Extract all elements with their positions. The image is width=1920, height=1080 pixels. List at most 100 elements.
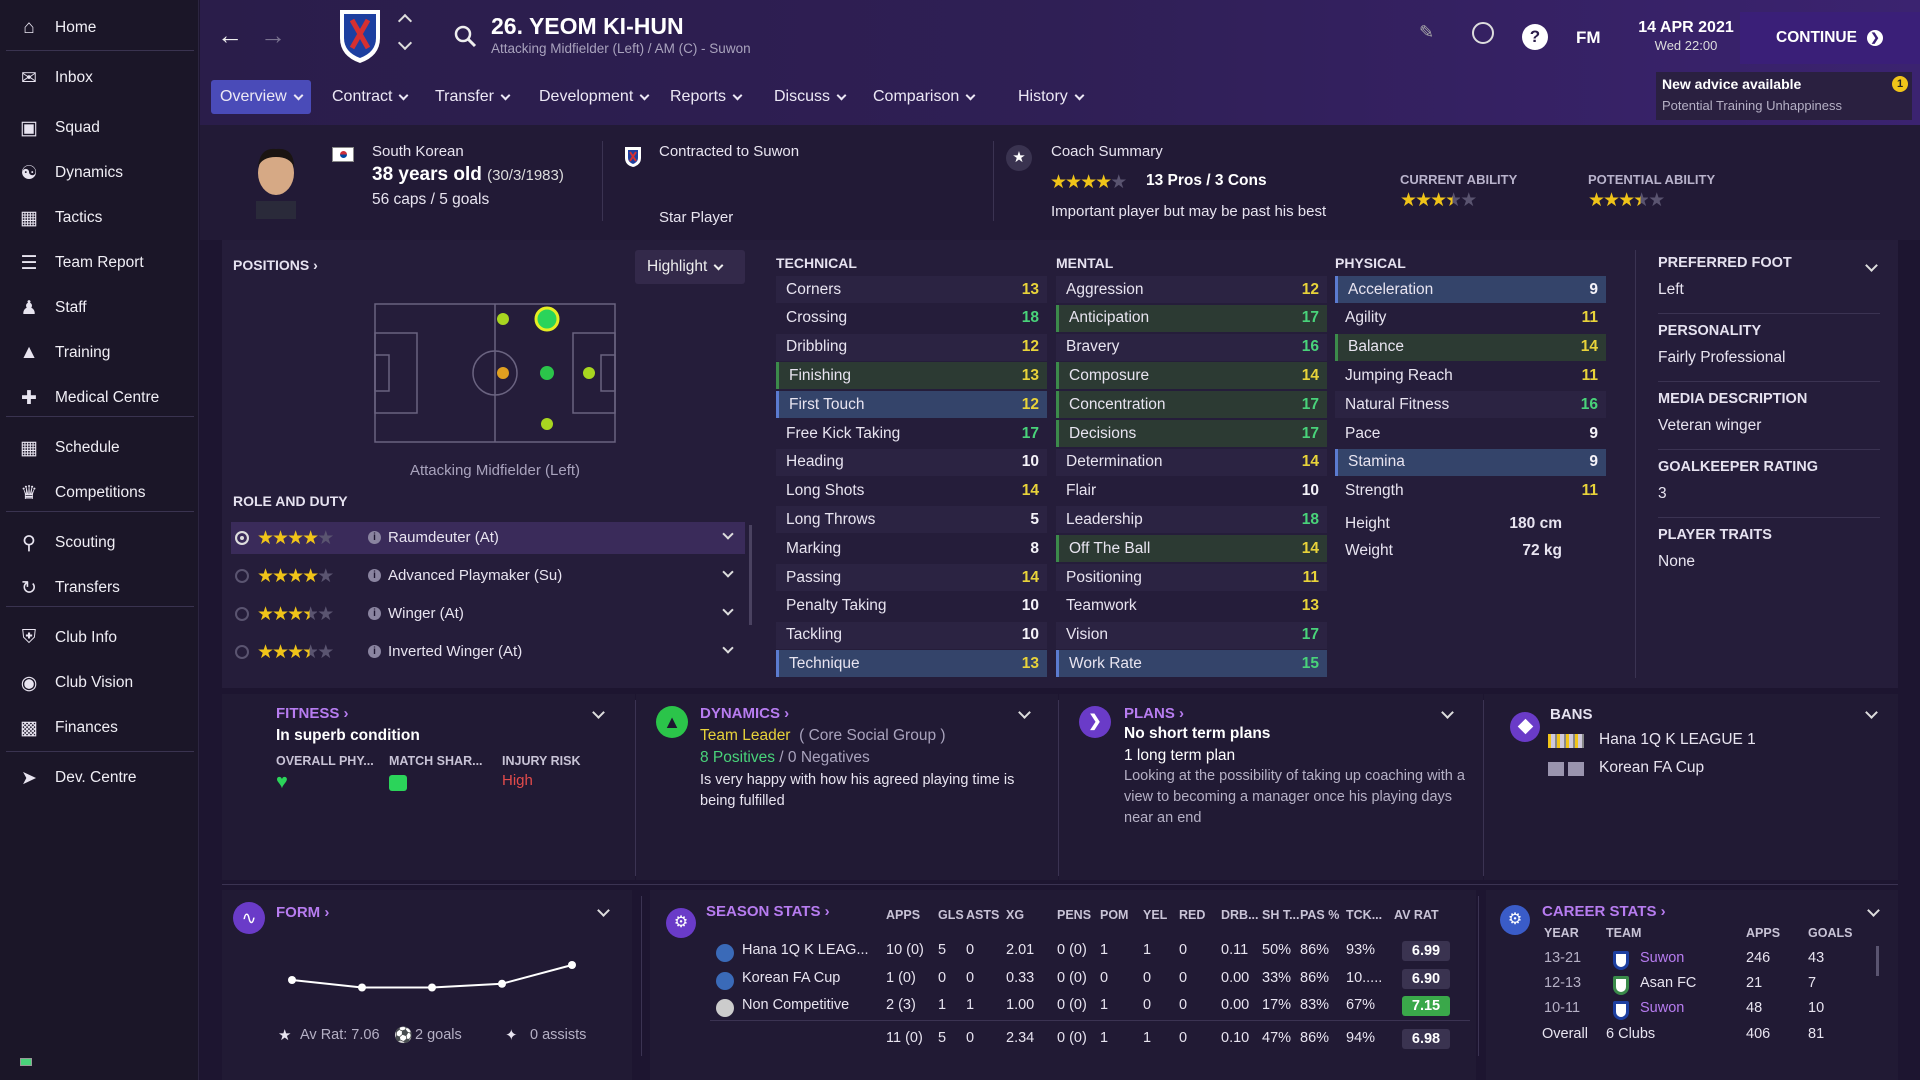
column-header[interactable]: APPS — [1746, 926, 1780, 940]
chevron-down-icon[interactable] — [722, 528, 734, 540]
sidebar-item-schedule[interactable]: ▦ Schedule — [0, 428, 199, 468]
career-stats-title[interactable]: CAREER STATS › — [1542, 903, 1666, 920]
globe-icon[interactable] — [1472, 22, 1494, 44]
sidebar-item-medical-centre[interactable]: ✚ Medical Centre — [0, 378, 199, 418]
tab-comparison[interactable]: Comparison — [864, 80, 983, 114]
season-stats-title[interactable]: SEASON STATS › — [706, 903, 830, 920]
sidebar-item-staff[interactable]: ♟ Staff — [0, 288, 199, 328]
form-point[interactable] — [288, 976, 296, 984]
back-arrow-icon[interactable]: ← — [217, 20, 243, 51]
sidebar-item-training[interactable]: ▲ Training — [0, 333, 199, 373]
team-link[interactable]: Suwon — [1640, 1000, 1684, 1016]
forward-arrow-icon[interactable]: → — [260, 20, 286, 51]
player-up-arrow-icon[interactable] — [397, 13, 413, 29]
column-header[interactable]: XG — [1006, 908, 1024, 922]
advice-notification[interactable]: New advice available Potential Training … — [1656, 72, 1912, 120]
roles-scrollbar[interactable] — [749, 525, 752, 625]
sidebar-item-scouting[interactable]: ⚲ Scouting — [0, 523, 199, 563]
column-header[interactable]: GOALS — [1808, 926, 1852, 940]
competition-name[interactable]: Korean FA Cup — [742, 970, 840, 986]
column-header[interactable]: TEAM — [1606, 926, 1641, 940]
chevron-down-icon[interactable] — [597, 904, 610, 917]
tab-history[interactable]: History — [1009, 80, 1092, 114]
column-header[interactable]: ASTS — [966, 908, 999, 922]
chevron-down-icon[interactable] — [1018, 706, 1031, 719]
tab-discuss[interactable]: Discuss — [765, 80, 854, 114]
form-point[interactable] — [498, 979, 506, 988]
column-header[interactable]: PAS % — [1300, 908, 1339, 922]
column-header[interactable]: YEL — [1143, 908, 1167, 922]
plans-title[interactable]: PLANS › — [1124, 705, 1184, 722]
player-down-arrow-icon[interactable] — [397, 35, 413, 51]
tab-overview[interactable]: Overview — [211, 80, 311, 114]
tab-development[interactable]: Development — [530, 80, 657, 114]
fitness-title[interactable]: FITNESS › — [276, 705, 349, 722]
role-row[interactable]: ★★★★★ i Advanced Playmaker (Su) — [231, 560, 745, 592]
sidebar-item-club-vision[interactable]: ◉ Club Vision — [0, 663, 199, 703]
search-icon[interactable] — [453, 24, 477, 48]
tab-reports[interactable]: Reports — [661, 80, 750, 114]
star-icon: ★ — [257, 604, 274, 625]
info-icon[interactable]: i — [368, 569, 381, 582]
attribute-value: 17 — [1301, 309, 1319, 327]
info-icon[interactable]: i — [368, 607, 381, 620]
column-header[interactable]: SH T... — [1262, 908, 1300, 922]
column-header[interactable]: POM — [1100, 908, 1128, 922]
highlight-dropdown[interactable]: Highlight — [635, 250, 745, 284]
role-row[interactable]: ★★★★★ i Inverted Winger (At) — [231, 636, 745, 668]
tab-transfer[interactable]: Transfer — [426, 80, 518, 114]
team-link[interactable]: Suwon — [1640, 950, 1684, 966]
radio-button[interactable] — [235, 645, 249, 659]
positions-title[interactable]: POSITIONS › — [233, 257, 318, 273]
sidebar-item-inbox[interactable]: ✉ Inbox — [0, 58, 199, 98]
form-title[interactable]: FORM › — [276, 904, 329, 921]
competition-name[interactable]: Hana 1Q K LEAG... — [742, 942, 869, 958]
role-row[interactable]: ★★★★★ i Winger (At) — [231, 598, 745, 630]
chevron-down-icon[interactable] — [722, 642, 734, 654]
role-row[interactable]: ★★★★★ i Raumdeuter (At) — [231, 522, 745, 554]
sidebar-item-home[interactable]: ⌂ Home — [0, 8, 199, 48]
chevron-down-icon[interactable] — [1865, 706, 1878, 719]
sidebar-item-finances[interactable]: ▩ Finances — [0, 708, 199, 748]
column-header[interactable]: PENS — [1057, 908, 1091, 922]
competition-name[interactable]: Non Competitive — [742, 997, 849, 1013]
column-header[interactable]: YEAR — [1544, 926, 1579, 940]
edit-icon[interactable]: ✎ — [1419, 22, 1434, 43]
chevron-down-icon[interactable] — [592, 706, 605, 719]
tab-contract[interactable]: Contract — [323, 80, 416, 114]
role-stars: ★★★★★ — [257, 527, 334, 550]
sidebar-item-transfers[interactable]: ↻ Transfers — [0, 568, 199, 608]
chevron-down-icon[interactable] — [1441, 706, 1454, 719]
career-scrollbar[interactable] — [1876, 946, 1879, 976]
team-link[interactable]: Asan FC — [1640, 975, 1696, 991]
form-point[interactable] — [358, 983, 366, 992]
fm-menu-button[interactable]: FM — [1576, 28, 1601, 48]
column-header[interactable]: TCK... — [1346, 908, 1382, 922]
radio-button[interactable] — [235, 607, 249, 621]
radio-button[interactable] — [235, 531, 249, 545]
column-header[interactable]: GLS — [938, 908, 964, 922]
help-icon[interactable]: ? — [1522, 24, 1548, 50]
radio-button[interactable] — [235, 569, 249, 583]
column-header[interactable]: DRB... — [1221, 908, 1259, 922]
dynamics-title[interactable]: DYNAMICS › — [700, 705, 789, 722]
sidebar-item-team-report[interactable]: ☰ Team Report — [0, 243, 199, 283]
chevron-down-icon[interactable] — [1865, 259, 1878, 272]
chevron-down-icon[interactable] — [722, 604, 734, 616]
sidebar-item-squad[interactable]: ▣ Squad — [0, 108, 199, 148]
sidebar-item-competitions[interactable]: ♛ Competitions — [0, 473, 199, 513]
column-header[interactable]: RED — [1179, 908, 1205, 922]
chevron-down-icon[interactable] — [722, 566, 734, 578]
form-point[interactable] — [568, 961, 576, 969]
continue-button[interactable]: CONTINUE ❯ — [1740, 12, 1920, 64]
column-header[interactable]: APPS — [886, 908, 920, 922]
info-icon[interactable]: i — [368, 645, 381, 658]
column-header[interactable]: AV RAT — [1394, 908, 1439, 922]
form-point[interactable] — [428, 983, 436, 992]
sidebar-item-dynamics[interactable]: ☯ Dynamics — [0, 153, 199, 193]
sidebar-item-club-info[interactable]: ⛨ Club Info — [0, 618, 199, 658]
sidebar-item-tactics[interactable]: ▦ Tactics — [0, 198, 199, 238]
sidebar-item-dev-centre[interactable]: ➤ Dev. Centre — [0, 758, 199, 798]
chevron-down-icon[interactable] — [1867, 904, 1880, 917]
info-icon[interactable]: i — [368, 531, 381, 544]
